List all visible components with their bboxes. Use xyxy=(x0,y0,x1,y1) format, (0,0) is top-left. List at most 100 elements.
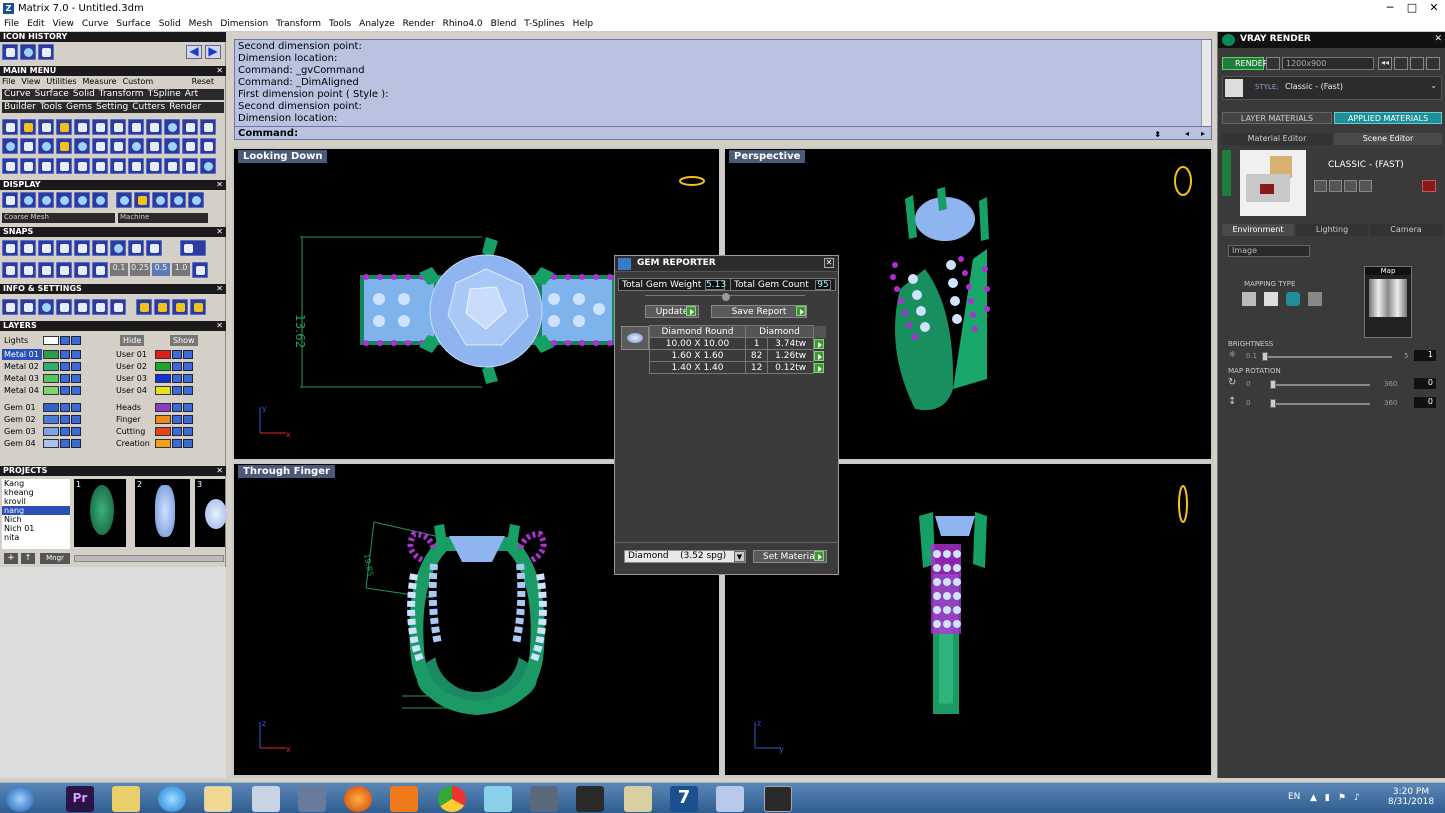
snap-grid-icon[interactable] xyxy=(38,262,54,278)
chevron-down-icon[interactable]: ⌄ xyxy=(1430,81,1437,90)
mm-tools[interactable]: Tools xyxy=(40,102,62,113)
tab-lighting[interactable]: Lighting xyxy=(1296,224,1368,236)
tool-icon[interactable] xyxy=(200,158,216,174)
layer-color-swatch[interactable] xyxy=(43,362,59,371)
language-indicator[interactable]: EN xyxy=(1288,792,1300,802)
menu-file[interactable]: File xyxy=(0,19,23,29)
scene-action-icon[interactable] xyxy=(1344,180,1357,192)
matrix-icon[interactable]: 7 xyxy=(670,786,698,812)
save-report-button[interactable]: Save Report xyxy=(711,305,807,318)
magnify-icon[interactable] xyxy=(20,299,36,315)
snap-value-01[interactable]: 0.1 xyxy=(110,263,128,276)
mapping-plane-icon[interactable] xyxy=(1242,292,1256,306)
tray-flag-icon[interactable]: ⚑ xyxy=(1338,793,1346,803)
mm-measure[interactable]: Measure xyxy=(82,77,116,87)
menu-surface[interactable]: Surface xyxy=(112,19,154,29)
info-icon[interactable] xyxy=(2,299,18,315)
close-button[interactable]: ✕ xyxy=(1423,0,1445,17)
lock-icon[interactable] xyxy=(60,439,70,448)
tool-icon[interactable] xyxy=(20,119,36,135)
tool-icon[interactable] xyxy=(74,138,90,154)
history-back-icon[interactable]: ◀ xyxy=(186,45,202,59)
folder-icon[interactable] xyxy=(204,786,232,812)
lock-icon[interactable] xyxy=(172,439,182,448)
tab-material-editor[interactable]: Material Editor xyxy=(1222,133,1332,145)
visibility-icon[interactable] xyxy=(183,439,193,448)
visibility-icon[interactable] xyxy=(183,427,193,436)
project-item[interactable]: Kang xyxy=(2,479,70,488)
layer-row[interactable]: Gem 02 xyxy=(2,414,81,425)
lights-lock-icon[interactable] xyxy=(60,336,70,345)
layer-color-swatch[interactable] xyxy=(155,350,171,359)
layer-color-swatch[interactable] xyxy=(43,439,59,448)
layer-row[interactable]: Metal 03 xyxy=(2,373,81,384)
shaded-icon[interactable] xyxy=(20,192,36,208)
mm-gems[interactable]: Gems xyxy=(66,102,92,113)
snap-lock-icon[interactable] xyxy=(192,262,208,278)
lights-visible-icon[interactable] xyxy=(71,336,81,345)
tool-icon[interactable] xyxy=(56,138,72,154)
rotation-slider-1[interactable] xyxy=(1270,384,1370,386)
tab-camera[interactable]: Camera xyxy=(1370,224,1442,236)
pause-icon[interactable] xyxy=(1394,57,1408,70)
project-up-button[interactable]: ↑ xyxy=(21,553,35,564)
layer-color-swatch[interactable] xyxy=(155,403,171,412)
mm-solid[interactable]: Solid xyxy=(73,89,95,100)
brightness-value[interactable]: 1 xyxy=(1414,350,1436,361)
display-mode-icon[interactable] xyxy=(152,192,168,208)
lock-icon[interactable] xyxy=(60,427,70,436)
visibility-icon[interactable] xyxy=(71,403,81,412)
rotation-value-1[interactable]: 0 xyxy=(1414,378,1436,389)
environment-type-select[interactable]: Image xyxy=(1228,245,1310,257)
layer-color-swatch[interactable] xyxy=(155,439,171,448)
tool-icon[interactable] xyxy=(200,138,216,154)
mm-curve[interactable]: Curve xyxy=(4,89,31,100)
mesh-quality-select[interactable]: Coarse Mesh xyxy=(2,213,115,223)
menu-rhino[interactable]: Rhino4.0 xyxy=(439,19,487,29)
layer-color-swatch[interactable] xyxy=(43,427,59,436)
layer-color-swatch[interactable] xyxy=(43,374,59,383)
lock-icon[interactable] xyxy=(60,374,70,383)
lock-icon[interactable] xyxy=(60,386,70,395)
layer-row[interactable]: Gem 01 xyxy=(2,402,81,413)
lock-icon[interactable] xyxy=(60,403,70,412)
project-item[interactable]: nita xyxy=(2,533,70,542)
tab-applied-materials[interactable]: APPLIED MATERIALS xyxy=(1334,112,1442,124)
mm-setting[interactable]: Setting xyxy=(96,102,128,113)
mm-render[interactable]: Render xyxy=(169,102,201,113)
paint-icon[interactable] xyxy=(716,786,744,812)
visibility-icon[interactable] xyxy=(71,350,81,359)
visibility-icon[interactable] xyxy=(183,386,193,395)
settings-icon[interactable] xyxy=(154,299,170,315)
notes-icon[interactable] xyxy=(624,786,652,812)
snap-value-05[interactable]: 0.5 xyxy=(152,263,170,276)
expand-panel-icon[interactable] xyxy=(1222,150,1231,196)
lock-icon[interactable] xyxy=(172,374,182,383)
tool-icon[interactable] xyxy=(2,119,18,135)
visibility-icon[interactable] xyxy=(183,403,193,412)
chrome-icon[interactable] xyxy=(438,786,466,812)
tab-environment[interactable]: Environment xyxy=(1222,224,1294,236)
render-settings-icon[interactable] xyxy=(1266,57,1280,70)
lock-icon[interactable] xyxy=(172,362,182,371)
layer-color-swatch[interactable] xyxy=(155,415,171,424)
rotation-slider-2[interactable] xyxy=(1270,403,1370,405)
wireframe-icon[interactable] xyxy=(2,192,18,208)
settings-icon[interactable] xyxy=(136,299,152,315)
layer-row[interactable]: Metal 02 xyxy=(2,361,81,372)
project-item[interactable]: nang xyxy=(2,506,70,515)
snap-grid-icon[interactable] xyxy=(20,262,36,278)
visibility-icon[interactable] xyxy=(71,374,81,383)
show-button[interactable]: Show xyxy=(170,335,198,346)
matrix-app-icon[interactable] xyxy=(764,786,792,812)
display-mode-icon[interactable] xyxy=(170,192,186,208)
lock-icon[interactable] xyxy=(60,362,70,371)
resolution-select[interactable]: 1200x900 xyxy=(1282,57,1374,70)
layer-color-swatch[interactable] xyxy=(43,403,59,412)
snap-knot-icon[interactable] xyxy=(146,240,162,256)
tool-icon[interactable] xyxy=(164,119,180,135)
info-icon[interactable] xyxy=(92,299,108,315)
tool-icon[interactable] xyxy=(92,138,108,154)
material-select[interactable]: Diamond (3.52 spg) xyxy=(624,550,746,563)
mm-cutters[interactable]: Cutters xyxy=(132,102,165,113)
